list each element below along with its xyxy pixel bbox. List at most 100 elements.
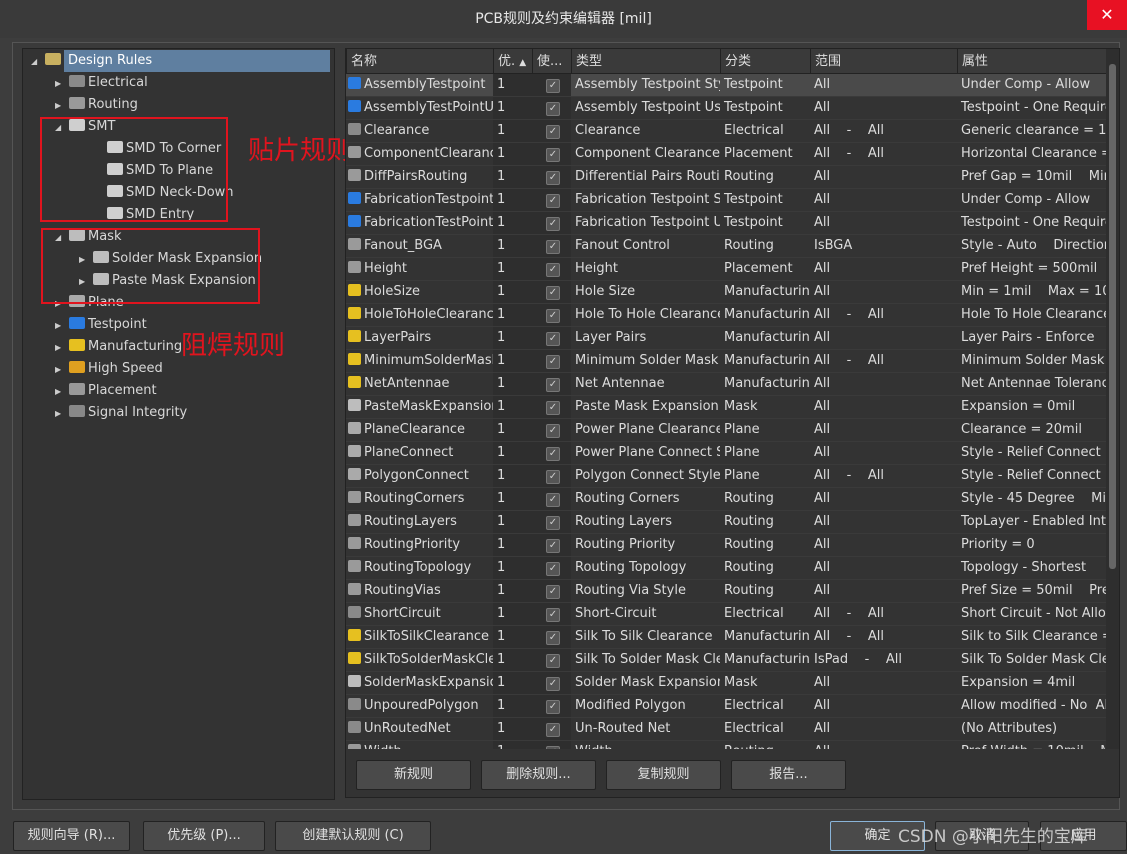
rule-name[interactable]: RoutingPriority bbox=[346, 534, 493, 556]
rule-wizard-button[interactable]: 规则向导 (R)... bbox=[13, 821, 130, 851]
tree-item-electrical[interactable]: ▶ Electrical bbox=[55, 72, 148, 94]
column-header[interactable]: 优. ▲ bbox=[493, 49, 532, 74]
table-row[interactable]: DiffPairsRouting 1 ✓ Differential Pairs Rou… bbox=[346, 166, 1108, 189]
column-header[interactable]: 使... bbox=[532, 49, 571, 74]
rule-name[interactable]: PasteMaskExpansion bbox=[346, 396, 493, 418]
table-row[interactable]: UnpouredPolygon 1 ✓ Modified Polygon Electri… bbox=[346, 695, 1108, 718]
enabled-checkbox[interactable]: ✓ bbox=[546, 585, 560, 599]
table-row[interactable]: SolderMaskExpansion 1 ✓ Solder Mask Expansi… bbox=[346, 672, 1108, 695]
rule-name[interactable]: HoleSize bbox=[346, 281, 493, 303]
tree-item-high-speed[interactable]: ▶ High Speed bbox=[55, 358, 163, 380]
enabled-checkbox[interactable]: ✓ bbox=[546, 562, 560, 576]
table-row[interactable]: RoutingPriority 1 ✓ Routing Priority Routing… bbox=[346, 534, 1108, 557]
rule-name[interactable]: NetAntennae bbox=[346, 373, 493, 395]
vertical-scrollbar[interactable] bbox=[1106, 49, 1119, 749]
enabled-checkbox[interactable]: ✓ bbox=[546, 125, 560, 139]
enabled-checkbox[interactable]: ✓ bbox=[546, 608, 560, 622]
table-row[interactable]: NetAntennae 1 ✓ Net Antennae Manufacturing Al… bbox=[346, 373, 1108, 396]
rule-name[interactable]: AssemblyTestpoint bbox=[346, 74, 493, 96]
enabled-checkbox[interactable]: ✓ bbox=[546, 700, 560, 714]
rule-name[interactable]: FabricationTestpoint bbox=[346, 189, 493, 211]
rule-name[interactable]: LayerPairs bbox=[346, 327, 493, 349]
table-row[interactable]: RoutingLayers 1 ✓ Routing Layers Routing All T… bbox=[346, 511, 1108, 534]
enabled-checkbox[interactable]: ✓ bbox=[546, 424, 560, 438]
column-header[interactable]: 属性 bbox=[957, 49, 1108, 74]
delete-rule-button[interactable]: 删除规则... bbox=[481, 760, 596, 790]
enabled-checkbox[interactable]: ✓ bbox=[546, 746, 560, 749]
priorities-button[interactable]: 优先级 (P)... bbox=[143, 821, 265, 851]
rule-name[interactable]: Fanout_BGA bbox=[346, 235, 493, 257]
expand-arrow-icon[interactable]: ▶ bbox=[55, 73, 69, 95]
table-row[interactable]: HoleToHoleClearance 1 ✓ Hole To Hole Cleara… bbox=[346, 304, 1108, 327]
rule-name[interactable]: MinimumSolderMaskSliver bbox=[346, 350, 493, 372]
rule-name[interactable]: PolygonConnect bbox=[346, 465, 493, 487]
table-row[interactable]: PlaneClearance 1 ✓ Power Plane Clearance Pla… bbox=[346, 419, 1108, 442]
table-row[interactable]: PasteMaskExpansion 1 ✓ Paste Mask Expansion… bbox=[346, 396, 1108, 419]
table-row[interactable]: RoutingCorners 1 ✓ Routing Corners Routing Al… bbox=[346, 488, 1108, 511]
enabled-checkbox[interactable]: ✓ bbox=[546, 631, 560, 645]
table-row[interactable]: Width1✓WidthRoutingAllPref Width = 10mil… bbox=[346, 741, 1108, 749]
table-row[interactable]: SilkToSolderMaskClearance1 ✓ Silk To Solde… bbox=[346, 649, 1108, 672]
column-header[interactable]: 类型 bbox=[571, 49, 720, 74]
table-row[interactable]: RoutingVias 1 ✓ Routing Via Style Routing All… bbox=[346, 580, 1108, 603]
rule-name[interactable]: ShortCircuit bbox=[346, 603, 493, 625]
enabled-checkbox[interactable]: ✓ bbox=[546, 332, 560, 346]
table-row[interactable]: ComponentClearance 1 ✓ Component Clearance P… bbox=[346, 143, 1108, 166]
tree-item-signal-integrity[interactable]: ▶ Signal Integrity bbox=[55, 402, 187, 424]
enabled-checkbox[interactable]: ✓ bbox=[546, 470, 560, 484]
tree-item-testpoint[interactable]: ▶ Testpoint bbox=[55, 314, 147, 336]
expand-arrow-icon[interactable]: ▶ bbox=[55, 337, 69, 359]
enabled-checkbox[interactable]: ✓ bbox=[546, 516, 560, 530]
enabled-checkbox[interactable]: ✓ bbox=[546, 493, 560, 507]
enabled-checkbox[interactable]: ✓ bbox=[546, 217, 560, 231]
enabled-checkbox[interactable]: ✓ bbox=[546, 148, 560, 162]
duplicate-rule-button[interactable]: 复制规则 bbox=[606, 760, 721, 790]
expand-arrow-icon[interactable]: ▶ bbox=[55, 359, 69, 381]
enabled-checkbox[interactable]: ✓ bbox=[546, 401, 560, 415]
rule-name[interactable]: UnpouredPolygon bbox=[346, 695, 493, 717]
enabled-checkbox[interactable]: ✓ bbox=[546, 447, 560, 461]
rule-name[interactable]: PlaneClearance bbox=[346, 419, 493, 441]
tree-root-design-rules[interactable]: ◢ Design Rules bbox=[31, 50, 330, 72]
table-row[interactable]: UnRoutedNet 1 ✓ Un-Routed Net Electrical All (… bbox=[346, 718, 1108, 741]
rule-name[interactable]: RoutingVias bbox=[346, 580, 493, 602]
rule-name[interactable]: FabricationTestPointUsage bbox=[346, 212, 493, 234]
table-row[interactable]: Clearance 1 ✓ Clearance Electrical All - All G… bbox=[346, 120, 1108, 143]
enabled-checkbox[interactable]: ✓ bbox=[546, 240, 560, 254]
tree-item-placement[interactable]: ▶ Placement bbox=[55, 380, 157, 402]
report-button[interactable]: 报告... bbox=[731, 760, 846, 790]
rule-name[interactable]: Clearance bbox=[346, 120, 493, 142]
table-row[interactable]: AssemblyTestpoint 1 ✓ Assembly Testpoint St… bbox=[346, 74, 1108, 97]
enabled-checkbox[interactable]: ✓ bbox=[546, 309, 560, 323]
enabled-checkbox[interactable]: ✓ bbox=[546, 677, 560, 691]
enabled-checkbox[interactable]: ✓ bbox=[546, 286, 560, 300]
create-default-rules-button[interactable]: 创建默认规则 (C) bbox=[275, 821, 431, 851]
enabled-checkbox[interactable]: ✓ bbox=[546, 79, 560, 93]
column-header[interactable]: 范围 bbox=[810, 49, 957, 74]
expand-arrow-icon[interactable]: ▶ bbox=[55, 95, 69, 117]
new-rule-button[interactable]: 新规则 bbox=[356, 760, 471, 790]
rule-name[interactable]: AssemblyTestPointUsage bbox=[346, 97, 493, 119]
column-header[interactable]: 分类 bbox=[720, 49, 810, 74]
tree-item-manufacturing[interactable]: ▶ Manufacturing bbox=[55, 336, 182, 358]
table-row[interactable]: FabricationTestpoint 1 ✓ Fabrication Testpo… bbox=[346, 189, 1108, 212]
rule-name[interactable]: DiffPairsRouting bbox=[346, 166, 493, 188]
table-body[interactable]: AssemblyTestpoint 1 ✓ Assembly Testpoint St… bbox=[346, 74, 1108, 749]
enabled-checkbox[interactable]: ✓ bbox=[546, 654, 560, 668]
rule-name[interactable]: ComponentClearance bbox=[346, 143, 493, 165]
collapse-arrow-icon[interactable]: ◢ bbox=[31, 51, 45, 73]
table-row[interactable]: Fanout_BGA 1 ✓ Fanout Control Routing IsBGA St… bbox=[346, 235, 1108, 258]
table-row[interactable]: PolygonConnect 1 ✓ Polygon Connect Style Pla… bbox=[346, 465, 1108, 488]
enabled-checkbox[interactable]: ✓ bbox=[546, 539, 560, 553]
enabled-checkbox[interactable]: ✓ bbox=[546, 378, 560, 392]
rule-name[interactable]: HoleToHoleClearance bbox=[346, 304, 493, 326]
table-row[interactable]: ShortCircuit 1 ✓ Short-Circuit Electrical All… bbox=[346, 603, 1108, 626]
enabled-checkbox[interactable]: ✓ bbox=[546, 171, 560, 185]
table-row[interactable]: Height 1 ✓ Height Placement All Pref Height = … bbox=[346, 258, 1108, 281]
expand-arrow-icon[interactable]: ▶ bbox=[55, 403, 69, 425]
rule-name[interactable]: Width bbox=[346, 741, 493, 749]
table-row[interactable]: PlaneConnect 1 ✓ Power Plane Connect Style P… bbox=[346, 442, 1108, 465]
rule-name[interactable]: RoutingCorners bbox=[346, 488, 493, 510]
table-row[interactable]: SilkToSilkClearance 1 ✓ Silk To Silk Cleara… bbox=[346, 626, 1108, 649]
tree-item-routing[interactable]: ▶ Routing bbox=[55, 94, 138, 116]
